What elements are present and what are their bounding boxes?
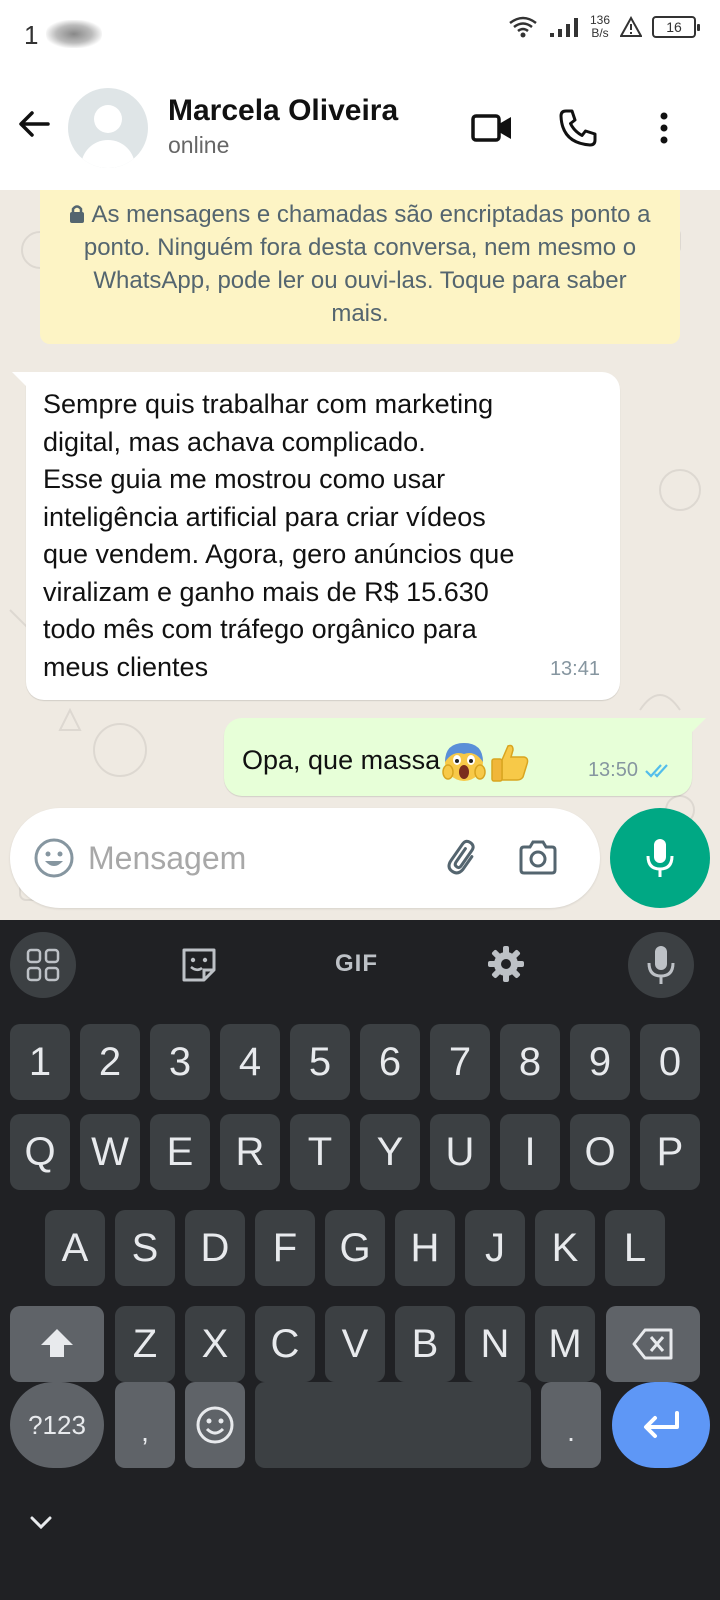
mic-icon	[646, 839, 674, 877]
battery-icon: 16	[652, 16, 700, 38]
key-t[interactable]: T	[290, 1114, 350, 1190]
more-vert-icon[interactable]	[642, 106, 686, 150]
message-bubble-outgoing[interactable]: Opa, que massa 13:50	[224, 718, 706, 796]
key-j[interactable]: J	[465, 1210, 525, 1286]
key-v[interactable]: V	[325, 1306, 385, 1382]
key-n[interactable]: N	[465, 1306, 525, 1382]
status-bar: 1 136 B/s 16	[0, 0, 720, 70]
key-m[interactable]: M	[535, 1306, 595, 1382]
key-a[interactable]: A	[45, 1210, 105, 1286]
gif-button[interactable]: GIF	[335, 950, 378, 978]
backspace-icon	[632, 1328, 673, 1360]
comma-key[interactable]: ,	[115, 1382, 175, 1468]
key-g[interactable]: G	[325, 1210, 385, 1286]
key-5[interactable]: 5	[290, 1024, 350, 1100]
key-y[interactable]: Y	[360, 1114, 420, 1190]
message-text: Sempre quis trabalhar com marketing digi…	[43, 389, 515, 682]
key-r[interactable]: R	[220, 1114, 280, 1190]
key-e[interactable]: E	[150, 1114, 210, 1190]
wifi-icon	[509, 16, 537, 38]
period-key[interactable]: .	[541, 1382, 601, 1468]
voice-message-button[interactable]	[610, 808, 710, 908]
emoji-icon[interactable]	[32, 836, 76, 880]
voice-typing-button[interactable]	[628, 932, 694, 998]
key-6[interactable]: 6	[360, 1024, 420, 1100]
key-d[interactable]: D	[185, 1210, 245, 1286]
key-7[interactable]: 7	[430, 1024, 490, 1100]
emoji-icon	[196, 1406, 234, 1444]
message-composer	[10, 808, 600, 908]
chat-header: Marcela Oliveira online	[0, 70, 720, 190]
key-0[interactable]: 0	[640, 1024, 700, 1100]
signal-icon	[549, 18, 578, 37]
thumbs-up-emoji	[491, 744, 529, 782]
message-text-outgoing: Opa, que massa	[242, 740, 532, 784]
key-1[interactable]: 1	[10, 1024, 70, 1100]
face-screaming-in-fear-emoji	[442, 743, 486, 781]
video-call-icon[interactable]	[470, 106, 514, 150]
network-speed-unit: B/s	[591, 26, 609, 40]
key-p[interactable]: P	[640, 1114, 700, 1190]
key-2[interactable]: 2	[80, 1024, 140, 1100]
key-x[interactable]: X	[185, 1306, 245, 1382]
avatar[interactable]	[68, 88, 148, 168]
key-i[interactable]: I	[500, 1114, 560, 1190]
read-receipt-icon	[645, 764, 668, 778]
keyboard-toolbar: GIF	[0, 920, 720, 1008]
keyboard: GIF 1 2 3 4 5 6 7 8 9 0 Q W E R T Y U I …	[0, 920, 720, 1600]
sticker-icon[interactable]	[178, 944, 220, 986]
warning-icon	[620, 16, 642, 37]
lock-icon	[70, 205, 85, 223]
key-o[interactable]: O	[570, 1114, 630, 1190]
key-q[interactable]: Q	[10, 1114, 70, 1190]
settings-gear-icon[interactable]	[486, 944, 526, 984]
emoji-key[interactable]	[185, 1382, 245, 1468]
symbols-key[interactable]: ?123	[10, 1382, 104, 1468]
contact-status: online	[168, 132, 230, 158]
apps-grid-icon	[26, 948, 60, 982]
key-3[interactable]: 3	[150, 1024, 210, 1100]
backspace-key[interactable]	[606, 1306, 700, 1382]
status-time: 1	[24, 20, 39, 50]
key-u[interactable]: U	[430, 1114, 490, 1190]
key-c[interactable]: C	[255, 1306, 315, 1382]
key-h[interactable]: H	[395, 1210, 455, 1286]
camera-icon[interactable]	[516, 836, 560, 880]
key-4[interactable]: 4	[220, 1024, 280, 1100]
message-bubble-incoming[interactable]: Sempre quis trabalhar com marketing digi…	[12, 372, 620, 700]
network-speed: 136 B/s	[590, 14, 610, 40]
voice-call-icon[interactable]	[556, 106, 600, 150]
apps-grid-button[interactable]	[10, 932, 76, 998]
message-input[interactable]	[88, 832, 428, 884]
key-s[interactable]: S	[115, 1210, 175, 1286]
key-l[interactable]: L	[605, 1210, 665, 1286]
shift-key[interactable]	[10, 1306, 104, 1382]
key-w[interactable]: W	[80, 1114, 140, 1190]
back-arrow-icon[interactable]	[14, 104, 54, 144]
shift-icon	[41, 1329, 73, 1357]
key-9[interactable]: 9	[570, 1024, 630, 1100]
encryption-notice[interactable]: As mensagens e chamadas são encriptadas …	[40, 190, 680, 344]
key-b[interactable]: B	[395, 1306, 455, 1382]
key-8[interactable]: 8	[500, 1024, 560, 1100]
key-k[interactable]: K	[535, 1210, 595, 1286]
mic-icon	[647, 946, 675, 984]
enter-key[interactable]	[612, 1382, 710, 1468]
attach-icon[interactable]	[442, 836, 486, 880]
contact-name[interactable]: Marcela Oliveira	[168, 94, 398, 128]
enter-icon	[644, 1411, 679, 1438]
status-time-blurred	[46, 20, 102, 48]
space-key[interactable]	[255, 1382, 531, 1468]
message-text: Opa, que massa	[242, 745, 441, 776]
key-f[interactable]: F	[255, 1210, 315, 1286]
message-time: 13:41	[549, 657, 600, 680]
hide-keyboard-icon[interactable]	[26, 1508, 56, 1538]
status-indicators: 136 B/s 16	[508, 14, 700, 40]
encryption-notice-text: As mensagens e chamadas são encriptadas …	[83, 201, 651, 327]
key-z[interactable]: Z	[115, 1306, 175, 1382]
message-time: 13:50	[587, 759, 638, 781]
